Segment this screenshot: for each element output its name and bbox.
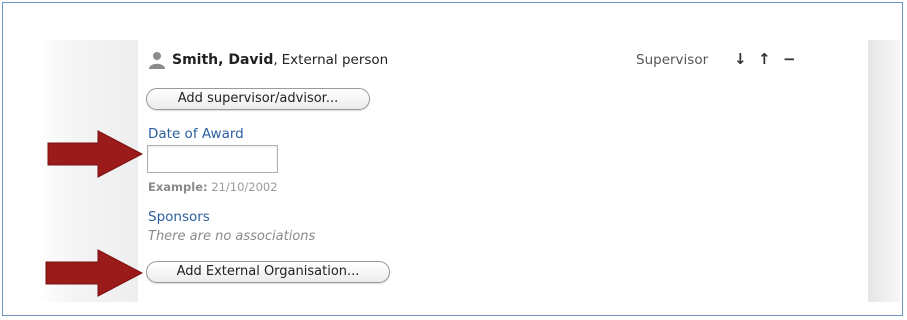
remove-icon[interactable]: − [783, 50, 796, 68]
date-of-award-label: Date of Award [148, 126, 244, 142]
example-value: 21/10/2002 [211, 180, 278, 194]
red-arrow-icon [45, 249, 144, 297]
right-panel-shade [868, 40, 900, 302]
no-associations-text: There are no associations [148, 229, 316, 244]
person-name[interactable]: Smith, David [172, 52, 273, 68]
person-icon [149, 52, 165, 69]
sponsors-label: Sponsors [148, 209, 210, 225]
add-external-organisation-button[interactable]: Add External Organisation... [146, 261, 390, 283]
person-row: Smith, David, External person [148, 50, 388, 70]
person-separator: , [273, 52, 278, 68]
red-arrow-icon [47, 130, 144, 178]
person-type: External person [281, 52, 389, 68]
role-label: Supervisor [636, 52, 709, 68]
move-down-icon[interactable]: ↓ [734, 50, 747, 68]
example-label: Example: [148, 180, 208, 194]
add-supervisor-button[interactable]: Add supervisor/advisor... [146, 88, 370, 110]
date-of-award-input[interactable] [147, 145, 278, 173]
move-up-icon[interactable]: ↑ [758, 50, 771, 68]
date-example-hint: Example: 21/10/2002 [148, 180, 278, 194]
